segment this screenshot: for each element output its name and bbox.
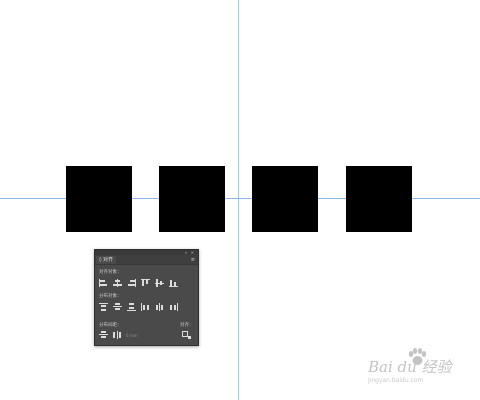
distribute-vertical-center-icon[interactable] [113,303,122,311]
black-square-3[interactable] [252,166,318,232]
distribute-right-icon[interactable] [169,303,178,311]
distribute-objects-label: 分布对象： [99,294,122,299]
align-objects-row [99,279,178,287]
distribute-spacing-row [99,331,122,339]
baidu-jingyan-watermark: Bai du 经验 jingyan.baidu.com [368,348,472,388]
align-top-icon[interactable] [141,279,150,287]
align-panel: « × ◊ 对齐 ≡ 对齐对象： 分布对象： 分布间距： 0 mm 对齐： [94,249,199,346]
watermark-logo-text: Bai du 经验 [368,358,452,376]
black-square-2[interactable] [159,166,225,232]
distribute-objects-row [99,303,178,311]
black-square-4[interactable] [346,166,412,232]
align-vertical-center-icon[interactable] [155,279,164,287]
align-horizontal-center-icon[interactable] [113,279,122,287]
align-right-icon[interactable] [127,279,136,287]
tab-align[interactable]: ◊ 对齐 [96,256,117,264]
align-to-selection-icon[interactable] [182,331,192,339]
panel-menu-icon[interactable]: ≡ [191,256,195,264]
spacing-value-field[interactable]: 0 mm [126,333,138,338]
artboard-canvas[interactable] [0,0,480,400]
panel-tab-bar: ◊ 对齐 ≡ [95,255,198,265]
distribute-horizontal-center-icon[interactable] [155,303,164,311]
distribute-bottom-icon[interactable] [127,303,136,311]
distribute-horizontal-space-icon[interactable] [113,331,122,339]
watermark-url: jingyan.baidu.com [368,377,424,384]
vertical-guide[interactable] [238,0,239,400]
align-bottom-icon[interactable] [169,279,178,287]
distribute-top-icon[interactable] [99,303,108,311]
distribute-vertical-space-icon[interactable] [99,331,108,339]
align-to-label: 对齐： [180,323,194,328]
align-left-icon[interactable] [99,279,108,287]
distribute-left-icon[interactable] [141,303,150,311]
align-objects-label: 对齐对象： [99,270,122,275]
black-square-1[interactable] [66,166,132,232]
distribute-spacing-label: 分布间距： [99,323,122,328]
